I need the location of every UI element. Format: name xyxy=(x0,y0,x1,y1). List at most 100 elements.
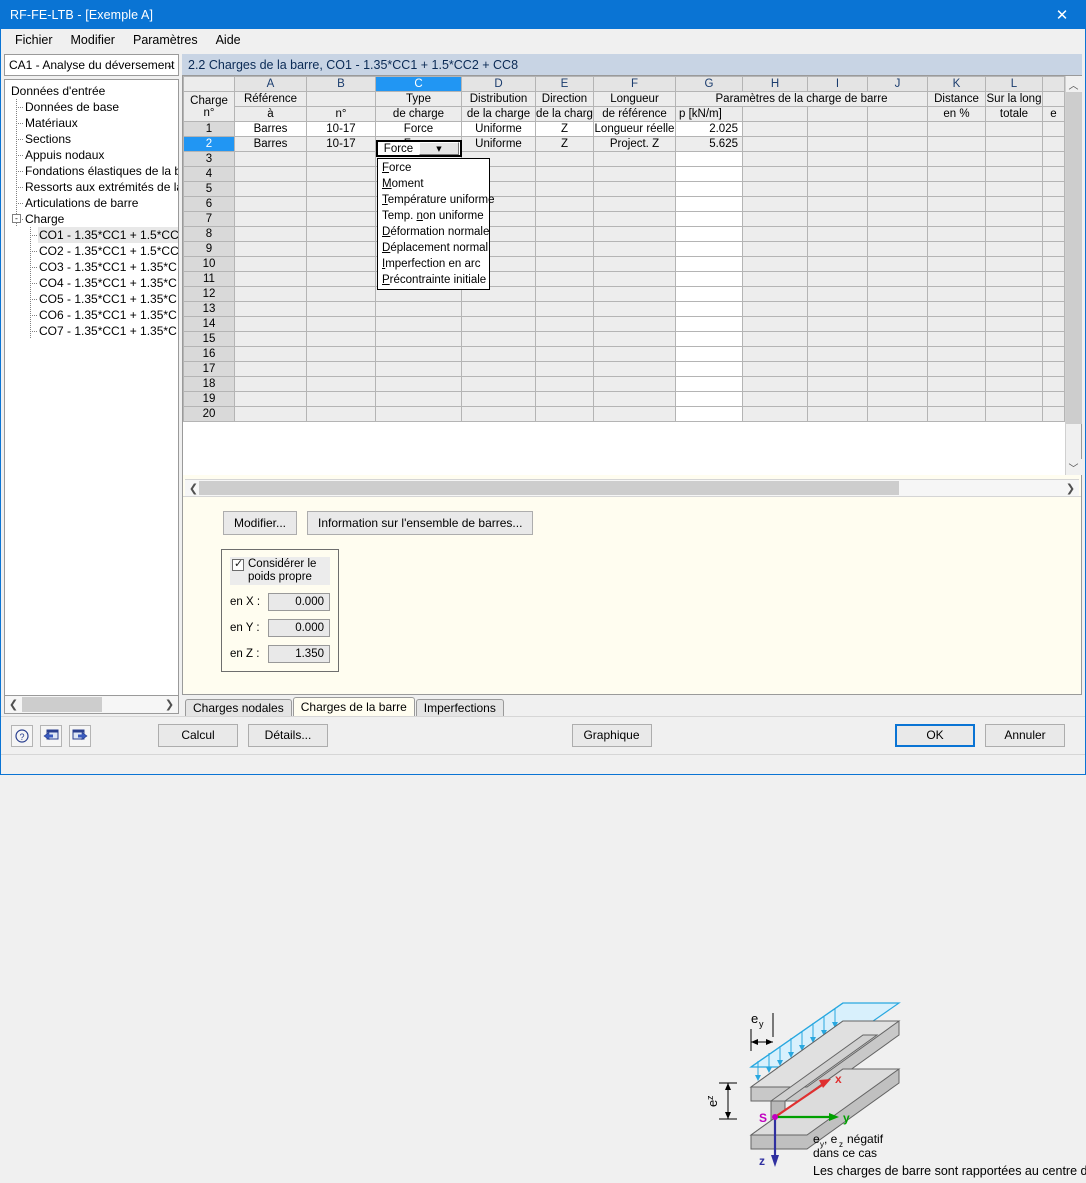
row-header[interactable]: 5 xyxy=(184,182,235,197)
table-cell[interactable] xyxy=(307,167,376,182)
table-cell[interactable] xyxy=(676,182,743,197)
column-header-G[interactable]: G xyxy=(676,77,743,92)
table-row[interactable]: 14 xyxy=(184,317,1065,332)
table-cell[interactable] xyxy=(868,242,928,257)
row-header[interactable]: 16 xyxy=(184,347,235,362)
table-cell[interactable] xyxy=(743,152,808,167)
table-cell[interactable] xyxy=(594,272,676,287)
sidebar-hscrollbar[interactable]: ❮ ❯ xyxy=(4,695,179,714)
analysis-case-combo[interactable]: CA1 - Analyse du déversement ⌄ xyxy=(4,54,179,76)
row-header[interactable]: 17 xyxy=(184,362,235,377)
table-cell[interactable] xyxy=(307,317,376,332)
table-cell[interactable] xyxy=(986,362,1043,377)
table-cell[interactable] xyxy=(928,167,986,182)
table-cell[interactable] xyxy=(676,212,743,227)
table-cell[interactable] xyxy=(1043,377,1065,392)
table-cell[interactable] xyxy=(676,317,743,332)
table-cell[interactable] xyxy=(235,242,307,257)
table-cell[interactable] xyxy=(928,122,986,137)
table-cell[interactable] xyxy=(868,227,928,242)
table-cell[interactable] xyxy=(307,197,376,212)
table-cell[interactable] xyxy=(928,137,986,152)
table-row[interactable]: 7 xyxy=(184,212,1065,227)
tab-charges-nodales[interactable]: Charges nodales xyxy=(185,699,292,716)
menu-item-fichier[interactable]: Fichier xyxy=(7,31,61,49)
table-cell[interactable] xyxy=(594,257,676,272)
table-cell[interactable] xyxy=(808,362,868,377)
tree-item[interactable]: Données d'entrée xyxy=(5,83,178,99)
table-cell[interactable] xyxy=(868,317,928,332)
table-cell[interactable] xyxy=(1043,347,1065,362)
tree-item[interactable]: CO5 - 1.35*CC1 + 1.35*C xyxy=(5,291,178,307)
table-cell[interactable] xyxy=(743,212,808,227)
table-cell[interactable] xyxy=(743,227,808,242)
bottom-tabs[interactable]: Charges nodalesCharges de la barreImperf… xyxy=(182,697,1082,716)
table-cell[interactable] xyxy=(808,227,868,242)
table-cell[interactable] xyxy=(986,302,1043,317)
table-cell[interactable] xyxy=(235,407,307,422)
table-cell[interactable] xyxy=(235,377,307,392)
column-header-L[interactable]: L xyxy=(986,77,1043,92)
table-cell[interactable] xyxy=(743,362,808,377)
table-cell[interactable]: Project. Z xyxy=(594,137,676,152)
table-cell[interactable] xyxy=(986,137,1043,152)
details-button[interactable]: Détails... xyxy=(248,724,328,747)
table-cell[interactable] xyxy=(743,317,808,332)
row-header[interactable]: 8 xyxy=(184,227,235,242)
table-row[interactable]: 9 xyxy=(184,242,1065,257)
navigation-tree[interactable]: Données d'entréeDonnées de baseMatériaux… xyxy=(4,79,179,695)
table-cell[interactable] xyxy=(868,137,928,152)
table-cell[interactable] xyxy=(536,332,594,347)
table-row[interactable]: 13 xyxy=(184,302,1065,317)
table-cell[interactable]: Uniforme xyxy=(462,122,536,137)
tree-item[interactable]: Matériaux xyxy=(5,115,178,131)
ok-button[interactable]: OK xyxy=(895,724,975,747)
table-cell[interactable] xyxy=(235,272,307,287)
menu-item-parametres[interactable]: Paramètres xyxy=(125,31,206,49)
row-header[interactable]: 15 xyxy=(184,332,235,347)
tree-item[interactable]: CO7 - 1.35*CC1 + 1.35*C xyxy=(5,323,178,339)
table-cell[interactable] xyxy=(808,392,868,407)
table-cell[interactable] xyxy=(743,167,808,182)
table-cell[interactable] xyxy=(1043,317,1065,332)
table-cell[interactable] xyxy=(536,212,594,227)
row-header[interactable]: 3 xyxy=(184,152,235,167)
table-cell[interactable] xyxy=(743,272,808,287)
dropdown-item[interactable]: Précontrainte initiale xyxy=(378,272,489,288)
column-header-F[interactable]: F xyxy=(594,77,676,92)
table-cell[interactable] xyxy=(986,317,1043,332)
table-cell[interactable] xyxy=(986,227,1043,242)
table-cell[interactable] xyxy=(536,242,594,257)
table-cell[interactable] xyxy=(536,392,594,407)
table-cell[interactable] xyxy=(1043,197,1065,212)
tab-charges-de-la-barre[interactable]: Charges de la barre xyxy=(293,697,415,716)
row-header[interactable]: 11 xyxy=(184,272,235,287)
table-cell[interactable] xyxy=(808,317,868,332)
column-header-extra[interactable] xyxy=(1043,77,1065,92)
table-cell[interactable] xyxy=(808,197,868,212)
table-cell[interactable] xyxy=(743,377,808,392)
tree-item[interactable]: CO1 - 1.35*CC1 + 1.5*CC xyxy=(5,227,178,243)
table-cell[interactable] xyxy=(462,347,536,362)
table-cell[interactable] xyxy=(868,257,928,272)
table-cell[interactable] xyxy=(808,242,868,257)
table-cell[interactable] xyxy=(868,197,928,212)
table-cell[interactable] xyxy=(376,377,462,392)
table-row[interactable]: 20 xyxy=(184,407,1065,422)
table-cell[interactable] xyxy=(235,257,307,272)
table-cell[interactable] xyxy=(235,227,307,242)
table-cell[interactable] xyxy=(928,287,986,302)
row-header[interactable]: 20 xyxy=(184,407,235,422)
table-cell[interactable] xyxy=(928,332,986,347)
table-cell[interactable] xyxy=(868,152,928,167)
row-header[interactable]: 13 xyxy=(184,302,235,317)
table-cell[interactable] xyxy=(594,302,676,317)
tree-item[interactable]: Sections xyxy=(5,131,178,147)
table-cell[interactable] xyxy=(462,362,536,377)
table-cell[interactable] xyxy=(594,332,676,347)
table-cell[interactable] xyxy=(376,302,462,317)
close-icon[interactable]: ✕ xyxy=(1039,1,1085,29)
dropdown-item[interactable]: Moment xyxy=(378,176,489,192)
table-cell[interactable] xyxy=(307,272,376,287)
table-cell[interactable] xyxy=(307,212,376,227)
